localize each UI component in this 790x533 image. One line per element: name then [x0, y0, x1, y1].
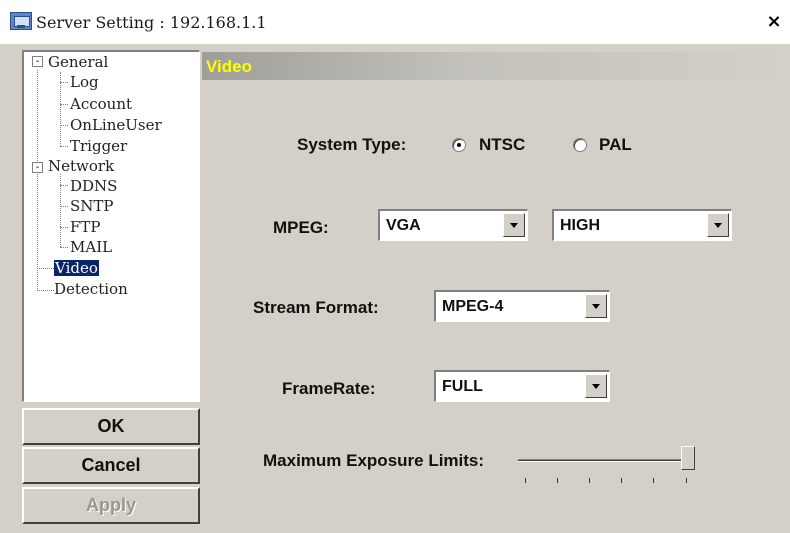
collapse-icon[interactable]: -	[32, 56, 43, 67]
frame-rate-select[interactable]: FULL	[434, 370, 610, 402]
chevron-down-icon[interactable]	[503, 213, 525, 237]
tree-connector	[60, 125, 68, 126]
tree-item-mail[interactable]: MAIL	[70, 239, 112, 255]
collapse-icon[interactable]: -	[32, 162, 43, 173]
tree-connector	[60, 185, 68, 186]
frame-rate-value: FULL	[442, 378, 483, 395]
tree-item-sntp[interactable]: SNTP	[70, 198, 114, 214]
cancel-button[interactable]: Cancel	[22, 447, 200, 484]
tree-connector	[60, 227, 68, 228]
tree-item-onlineuser[interactable]: OnLineUser	[70, 117, 162, 133]
monitor-icon	[10, 12, 32, 30]
mpeg-quality-select[interactable]: HIGH	[552, 209, 732, 241]
slider-tick	[589, 478, 590, 483]
tree-connector	[37, 290, 54, 291]
chevron-down-icon[interactable]	[707, 213, 729, 237]
apply-button: Apply	[22, 487, 200, 524]
exposure-slider-track[interactable]	[518, 459, 693, 462]
mpeg-resolution-select[interactable]: VGA	[378, 209, 528, 241]
tree-connector	[37, 268, 54, 269]
tree-connector	[60, 72, 61, 146]
pal-radio-label[interactable]: PAL	[599, 135, 632, 155]
system-type-label: System Type:	[297, 135, 407, 154]
title-bar: Server Setting : 192.168.1.1 ×	[0, 0, 790, 44]
tree-item-network[interactable]: Network	[48, 158, 114, 174]
ntsc-radio[interactable]	[452, 138, 466, 152]
tree-item-ddns[interactable]: DDNS	[70, 178, 117, 194]
stream-format-value: MPEG-4	[442, 298, 504, 315]
chevron-down-icon[interactable]	[585, 374, 607, 398]
slider-tick	[653, 478, 654, 483]
close-icon[interactable]: ×	[764, 12, 784, 32]
ok-button[interactable]: OK	[22, 408, 200, 445]
tree-connector	[60, 104, 68, 105]
tree-item-video[interactable]: Video	[54, 260, 99, 276]
ntsc-radio-label[interactable]: NTSC	[479, 135, 525, 155]
stream-format-select[interactable]: MPEG-4	[434, 290, 610, 322]
panel-title: Video	[206, 57, 252, 76]
tree-item-account[interactable]: Account	[70, 96, 132, 112]
slider-tick	[525, 478, 526, 483]
tree-item-ftp[interactable]: FTP	[70, 219, 101, 235]
panel-header: Video	[202, 52, 790, 80]
slider-tick	[557, 478, 558, 483]
mpeg-resolution-value: VGA	[386, 217, 421, 234]
tree-item-detection[interactable]: Detection	[54, 281, 128, 297]
slider-tick	[686, 478, 687, 483]
chevron-down-icon[interactable]	[585, 294, 607, 318]
tree-connector	[60, 82, 68, 83]
tree-connector	[60, 247, 68, 248]
slider-tick	[621, 478, 622, 483]
tree-item-log[interactable]: Log	[70, 74, 99, 90]
tree-connector	[60, 146, 68, 147]
pal-radio[interactable]	[573, 138, 587, 152]
frame-rate-label: FrameRate:	[282, 379, 376, 398]
exposure-label: Maximum Exposure Limits:	[263, 451, 485, 470]
tree-item-general[interactable]: General	[48, 54, 108, 70]
tree-connector	[37, 174, 38, 291]
window-title: Server Setting : 192.168.1.1	[36, 13, 267, 32]
exposure-slider-thumb[interactable]	[681, 446, 695, 470]
tree-connector	[60, 206, 68, 207]
settings-tree[interactable]: - General Log Account OnLineUser Trigger…	[22, 50, 200, 402]
tree-item-trigger[interactable]: Trigger	[70, 138, 127, 154]
mpeg-label: MPEG:	[273, 218, 329, 237]
stream-format-label: Stream Format:	[253, 298, 379, 317]
mpeg-quality-value: HIGH	[560, 217, 600, 234]
